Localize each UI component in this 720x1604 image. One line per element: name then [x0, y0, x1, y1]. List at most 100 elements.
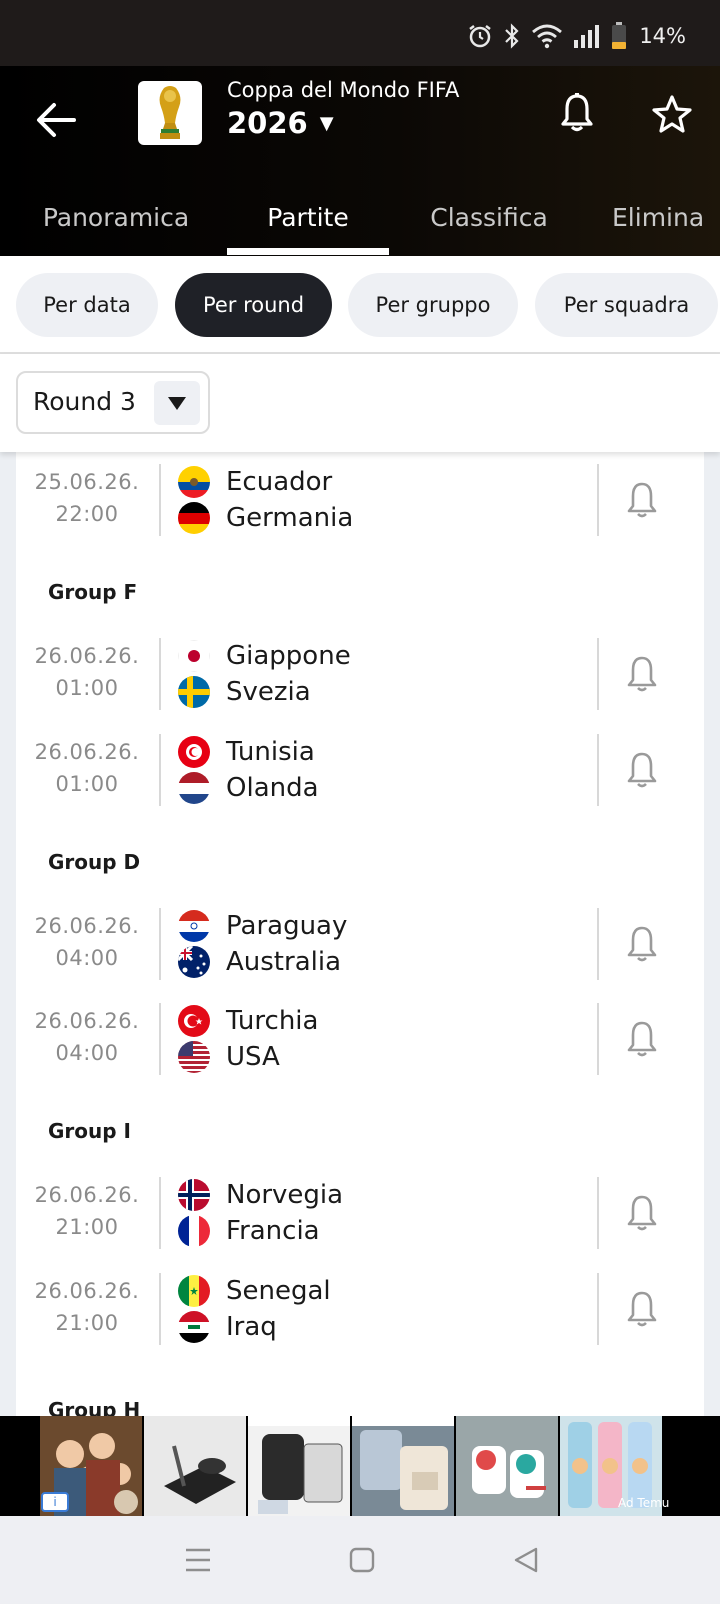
tab-eliminazione[interactable]: Elimina [612, 178, 720, 256]
star-icon [652, 95, 692, 133]
tab-bar: Panoramica Partite Classifica Elimina [0, 178, 720, 256]
divider [159, 1273, 161, 1345]
germany-flag-icon [178, 502, 210, 534]
divider [159, 464, 161, 536]
round-dropdown[interactable]: Round 3 [16, 371, 210, 434]
match-datetime: 26.06.26. 01:00 [34, 740, 140, 796]
ad-info-icon[interactable]: i [41, 1492, 69, 1512]
match-datetime: 26.06.26. 04:00 [34, 914, 140, 970]
match-notify-button[interactable] [620, 1191, 664, 1235]
team-name: Tunisia [226, 737, 315, 767]
home-team: Senegal [178, 1273, 331, 1309]
back-button[interactable] [26, 90, 86, 150]
match-notify-button[interactable] [620, 1287, 664, 1331]
tab-panoramica[interactable]: Panoramica [20, 178, 212, 256]
team-name: Svezia [226, 677, 311, 707]
team-name: Ecuador [226, 467, 333, 497]
home-team: Ecuador [178, 464, 332, 500]
divider [597, 908, 599, 980]
season-selector[interactable]: 2026 ▼ [227, 106, 334, 140]
divider [597, 464, 599, 536]
paraguay-flag-icon [178, 910, 210, 942]
match-notify-button[interactable] [620, 922, 664, 966]
menu-icon [186, 1548, 210, 1572]
system-nav-bar [0, 1516, 720, 1604]
tab-classifica[interactable]: Classifica [400, 178, 578, 256]
away-team: Olanda [178, 770, 319, 806]
bell-outline-icon [627, 1021, 657, 1057]
ad-banner[interactable]: i Ad Temu [0, 1416, 720, 1516]
france-flag-icon [178, 1215, 210, 1247]
match-notify-button[interactable] [620, 652, 664, 696]
favorite-button[interactable] [646, 88, 698, 140]
japan-flag-icon [178, 640, 210, 672]
divider [597, 638, 599, 710]
signal-icon [573, 23, 601, 49]
team-name: USA [226, 1042, 280, 1072]
back-triangle-icon [514, 1547, 538, 1573]
tab-partite[interactable]: Partite [227, 178, 389, 256]
dropdown-arrow-icon [154, 381, 200, 425]
ad-label: Ad Temu [618, 1496, 670, 1510]
battery-percent: 14% [639, 24, 686, 48]
active-tab-indicator [227, 248, 389, 255]
match-notify-button[interactable] [620, 1017, 664, 1061]
iraq-flag-icon [178, 1311, 210, 1343]
ad-product-image[interactable] [248, 1416, 350, 1516]
match-datetime: 26.06.26. 04:00 [34, 1009, 140, 1065]
match-row[interactable]: 26.06.26. 01:00 Tunisia Olanda [16, 734, 704, 808]
match-datetime: 26.06.26. 21:00 [34, 1183, 140, 1239]
match-row[interactable]: 26.06.26. 01:00 Giappone Svezia [16, 638, 704, 712]
system-back-button[interactable] [506, 1540, 546, 1580]
wifi-icon [531, 23, 563, 49]
divider [597, 734, 599, 806]
away-team: Australia [178, 944, 341, 980]
ad-product-image[interactable] [144, 1416, 246, 1516]
chip-per-squadra[interactable]: Per squadra [535, 273, 718, 337]
team-name: Germania [226, 503, 354, 533]
divider [159, 908, 161, 980]
home-square-icon [349, 1547, 375, 1573]
ecuador-flag-icon [178, 466, 210, 498]
match-notify-button[interactable] [620, 478, 664, 522]
australia-flag-icon [178, 946, 210, 978]
app-header: Coppa del Mondo FIFA 2026 ▼ Panoramica P… [0, 66, 720, 256]
recent-apps-button[interactable] [178, 1540, 218, 1580]
round-value: Round 3 [33, 387, 136, 416]
match-notify-button[interactable] [620, 748, 664, 792]
divider [597, 1177, 599, 1249]
divider [159, 1003, 161, 1075]
norway-flag-icon [178, 1179, 210, 1211]
match-datetime: 26.06.26. 01:00 [34, 644, 140, 700]
home-team: Tunisia [178, 734, 315, 770]
competition-name: Coppa del Mondo FIFA [227, 78, 460, 102]
chip-per-round[interactable]: Per round [175, 273, 332, 337]
divider [597, 1273, 599, 1345]
turkey-flag-icon [178, 1005, 210, 1037]
match-row[interactable]: 26.06.26. 21:00 Norvegia Francia [16, 1177, 704, 1251]
home-team: Paraguay [178, 908, 347, 944]
chip-per-data[interactable]: Per data [16, 273, 158, 337]
competition-logo [138, 81, 202, 145]
team-name: Australia [226, 947, 342, 977]
ad-product-image[interactable] [352, 1416, 454, 1516]
team-name: Iraq [226, 1312, 277, 1342]
chip-per-gruppo[interactable]: Per gruppo [348, 273, 518, 337]
away-team: USA [178, 1039, 280, 1075]
bluetooth-icon [503, 23, 521, 49]
ad-product-image[interactable] [456, 1416, 558, 1516]
back-arrow-icon [37, 103, 76, 137]
divider [159, 734, 161, 806]
notifications-button[interactable] [552, 88, 602, 138]
team-name: Senegal [226, 1276, 331, 1306]
round-bar: Round 3 [0, 354, 720, 452]
status-bar: 14% [0, 0, 720, 66]
home-button[interactable] [342, 1540, 382, 1580]
away-team: Svezia [178, 674, 311, 710]
match-row[interactable]: 26.06.26. 04:00 Paraguay Australia [16, 908, 704, 982]
match-row[interactable]: 25.06.26. 22:00 Ecuador Germania [16, 464, 704, 538]
netherlands-flag-icon [178, 772, 210, 804]
team-name: Giappone [226, 641, 351, 671]
match-row[interactable]: 26.06.26. 04:00 Turchia USA [16, 1003, 704, 1077]
match-row[interactable]: 26.06.26. 21:00 Senegal Iraq [16, 1273, 704, 1347]
